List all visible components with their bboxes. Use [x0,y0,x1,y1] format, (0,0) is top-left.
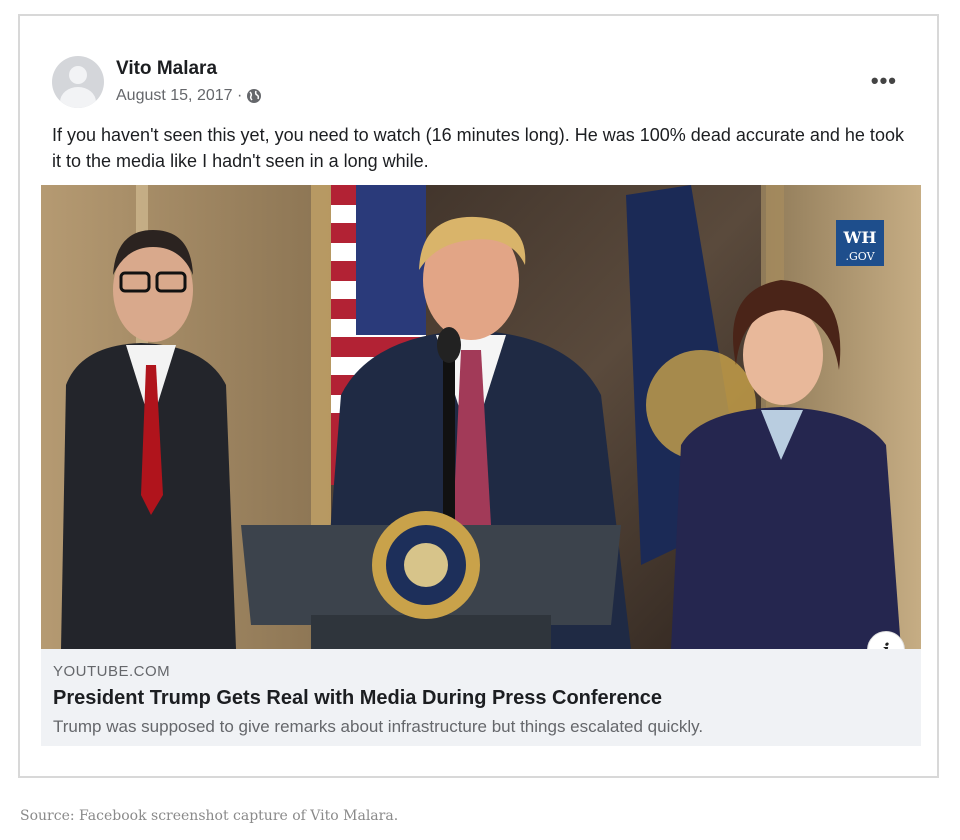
wh-gov-watermark-line1: WH [842,228,876,247]
post-meta: August 15, 2017 · [116,87,262,105]
source-caption: Source: Facebook screenshot capture of V… [20,808,399,824]
link-description: Trump was supposed to give remarks about… [53,717,704,736]
facebook-post-card: Vito Malara August 15, 2017 · ••• If you… [18,14,939,778]
post-date[interactable]: August 15, 2017 · [116,87,242,105]
wh-gov-watermark-line2: .GOV [845,250,875,263]
post-text: If you haven't seen this yet, you need t… [52,125,904,171]
avatar-shoulders-shape [60,87,96,108]
link-domain: YOUTUBE.COM [53,663,171,680]
globe-icon [246,88,262,104]
press-conference-image: WH .GOV [41,185,921,649]
avatar-head-shape [69,66,87,84]
more-options-button[interactable]: ••• [871,68,897,94]
link-title[interactable]: President Trump Gets Real with Media Dur… [53,687,662,710]
link-preview[interactable]: YOUTUBE.COM President Trump Gets Real wi… [41,649,921,746]
author-name[interactable]: Vito Malara [116,58,217,80]
avatar[interactable] [52,56,104,108]
video-thumbnail[interactable]: WH .GOV i [41,185,921,649]
